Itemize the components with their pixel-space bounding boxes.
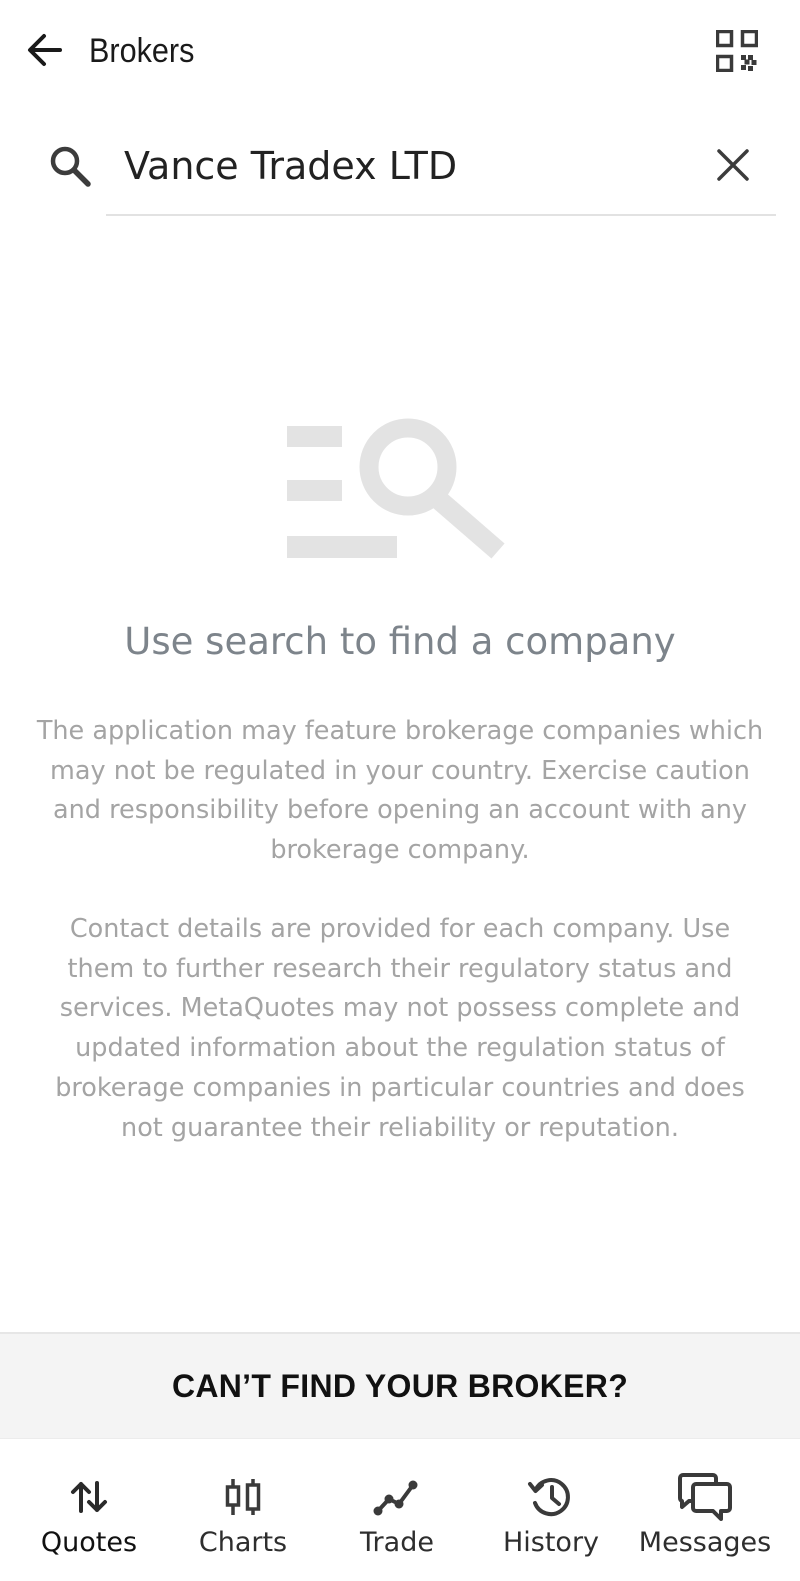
arrow-left-icon bbox=[28, 34, 62, 66]
search-underline bbox=[106, 214, 776, 216]
tab-label: History bbox=[502, 1527, 600, 1558]
tab-charts[interactable]: Charts bbox=[166, 1439, 320, 1581]
empty-state-title: Use search to find a company bbox=[124, 620, 676, 663]
tab-messages[interactable]: Messages bbox=[628, 1439, 782, 1581]
bottom-tab-bar: Quotes Charts Trade History Messages bbox=[0, 1438, 800, 1580]
clear-search-button[interactable] bbox=[706, 138, 760, 192]
tab-label: Messages bbox=[638, 1527, 772, 1558]
back-button[interactable] bbox=[20, 26, 68, 74]
qr-code-button[interactable] bbox=[708, 22, 766, 80]
cant-find-broker-button[interactable]: CAN’T FIND YOUR BROKER? bbox=[0, 1332, 800, 1438]
tab-quotes[interactable]: Quotes bbox=[12, 1439, 166, 1581]
page-title: Brokers bbox=[89, 32, 195, 70]
disclaimer-paragraph: The application may feature brokerage co… bbox=[36, 716, 764, 866]
cant-find-broker-label: CAN’T FIND YOUR BROKER? bbox=[171, 1367, 629, 1404]
list-search-icon bbox=[287, 418, 505, 559]
chat-bubbles-icon bbox=[677, 1469, 733, 1525]
history-icon bbox=[523, 1469, 579, 1525]
app-header: Brokers bbox=[0, 0, 800, 100]
tab-trade[interactable]: Trade bbox=[320, 1439, 474, 1581]
disclaimer-paragraph: Contact details are provided for each co… bbox=[55, 914, 745, 1143]
tab-label: Trade bbox=[360, 1527, 434, 1558]
candlestick-icon bbox=[215, 1469, 271, 1525]
search-bar bbox=[0, 120, 800, 216]
qr-code-icon bbox=[716, 30, 758, 72]
sort-arrows-icon bbox=[61, 1469, 117, 1525]
tab-label: Quotes bbox=[40, 1527, 138, 1558]
search-icon bbox=[44, 140, 96, 192]
trend-line-icon bbox=[369, 1469, 425, 1525]
tab-label: Charts bbox=[198, 1527, 288, 1558]
tab-history[interactable]: History bbox=[474, 1439, 628, 1581]
close-icon bbox=[717, 149, 749, 181]
search-input[interactable] bbox=[124, 136, 684, 196]
